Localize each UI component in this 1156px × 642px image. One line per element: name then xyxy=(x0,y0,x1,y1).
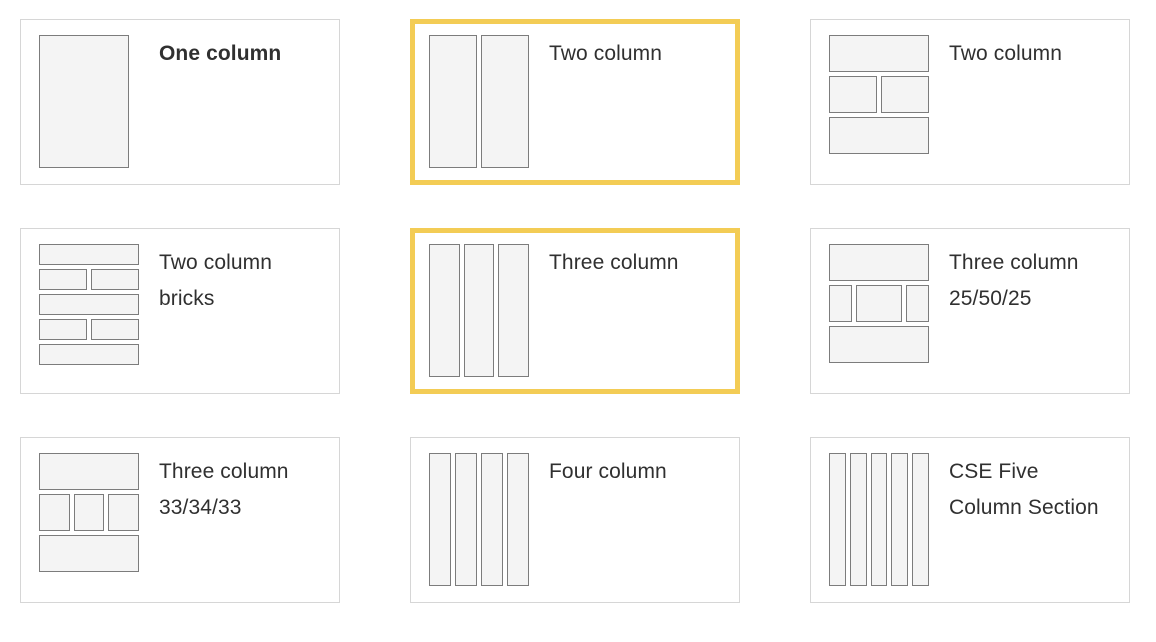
layout-card-label: Three column xyxy=(549,251,679,274)
layout-card-label: Two column xyxy=(549,42,663,65)
thumb-block xyxy=(829,244,929,281)
thumb-row xyxy=(39,244,139,265)
thumb-row xyxy=(39,269,139,290)
thumb-row xyxy=(829,117,929,154)
thumb-block xyxy=(481,453,503,586)
thumb-block xyxy=(507,453,529,586)
layout-thumbnail xyxy=(829,453,929,586)
thumb-block xyxy=(73,494,105,531)
layout-thumbnail xyxy=(39,244,139,377)
thumb-block xyxy=(463,244,495,377)
thumb-block xyxy=(91,319,139,340)
layout-card-two-column[interactable]: Two column xyxy=(410,19,740,185)
thumb-block xyxy=(829,35,929,72)
thumb-block xyxy=(829,285,852,322)
thumb-block xyxy=(39,344,139,365)
thumb-block xyxy=(829,117,929,154)
thumb-block xyxy=(39,35,129,168)
thumb-row xyxy=(39,344,139,365)
thumb-row xyxy=(829,35,929,72)
thumb-block xyxy=(429,244,460,377)
layout-thumbnail xyxy=(39,453,140,586)
layout-card-label: One column xyxy=(159,42,282,65)
thumb-row xyxy=(829,326,929,363)
thumb-block xyxy=(891,453,909,586)
thumb-block xyxy=(39,269,87,290)
layout-card-two-column-sandwich[interactable]: Two column xyxy=(810,19,1130,185)
thumb-block xyxy=(91,269,139,290)
layout-thumbnail xyxy=(429,453,529,586)
thumb-block xyxy=(455,453,477,586)
layout-card-two-column-bricks[interactable]: Two column bricks xyxy=(20,228,340,394)
thumb-row xyxy=(829,285,929,322)
layout-card-label: Two column xyxy=(949,42,1063,65)
thumb-block xyxy=(498,244,530,377)
thumb-block xyxy=(39,244,139,265)
thumb-block xyxy=(849,453,867,586)
thumb-block xyxy=(108,494,140,531)
thumb-block xyxy=(39,319,87,340)
thumb-block xyxy=(429,35,477,168)
thumb-block xyxy=(855,285,903,322)
layout-card-label: CSE Five Column Section xyxy=(949,460,1099,519)
layout-card-label: Two column bricks xyxy=(159,251,273,310)
layout-thumbnail xyxy=(39,35,139,168)
thumb-row xyxy=(39,494,140,531)
layout-card-three-column-33-34-33[interactable]: Three column 33/34/33 xyxy=(20,437,340,603)
thumb-row xyxy=(39,294,139,315)
thumb-block xyxy=(829,453,846,586)
thumb-block xyxy=(39,535,139,572)
layout-thumbnail xyxy=(829,244,929,377)
thumb-block xyxy=(39,494,70,531)
thumb-block xyxy=(39,453,139,490)
layout-card-three-column-25-50-25[interactable]: Three column 25/50/25 xyxy=(810,228,1130,394)
layout-thumbnail xyxy=(429,35,529,168)
thumb-block xyxy=(881,76,929,113)
thumb-block xyxy=(870,453,888,586)
thumb-block xyxy=(39,294,139,315)
thumb-row xyxy=(39,319,139,340)
layout-template-grid: One column Two column Two column Two column… xyxy=(0,0,1156,603)
thumb-row xyxy=(39,535,139,572)
layout-card-label: Four column xyxy=(549,460,667,483)
layout-thumbnail xyxy=(429,244,530,377)
layout-card-one-column[interactable]: One column xyxy=(20,19,340,185)
layout-card-label: Three column 33/34/33 xyxy=(159,460,289,519)
thumb-block xyxy=(429,453,451,586)
thumb-row xyxy=(829,76,929,113)
thumb-row xyxy=(829,244,929,281)
layout-card-label: Three column 25/50/25 xyxy=(949,251,1079,310)
thumb-block xyxy=(906,285,929,322)
thumb-row xyxy=(39,453,139,490)
layout-card-cse-five-column-section[interactable]: CSE Five Column Section xyxy=(810,437,1130,603)
thumb-block xyxy=(829,326,929,363)
layout-card-three-column[interactable]: Three column xyxy=(410,228,740,394)
layout-thumbnail xyxy=(829,35,929,168)
layout-card-four-column[interactable]: Four column xyxy=(410,437,740,603)
thumb-block xyxy=(829,76,877,113)
thumb-block xyxy=(481,35,529,168)
thumb-block xyxy=(912,453,929,586)
